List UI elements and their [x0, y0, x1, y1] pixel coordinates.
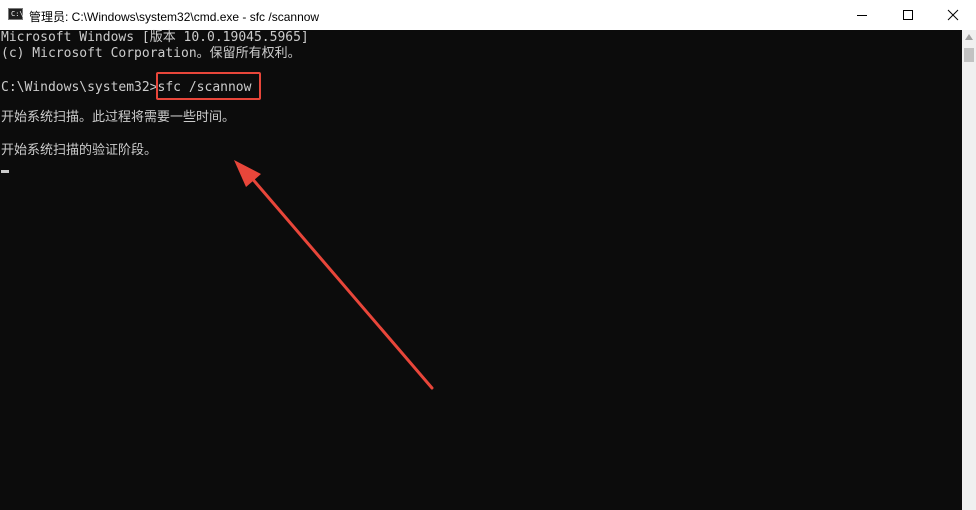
vertical-scrollbar[interactable] [962, 30, 976, 510]
scrollbar-thumb[interactable] [964, 48, 974, 62]
annotation-arrow-icon [234, 160, 434, 390]
scroll-up-arrow-icon[interactable] [965, 34, 973, 40]
